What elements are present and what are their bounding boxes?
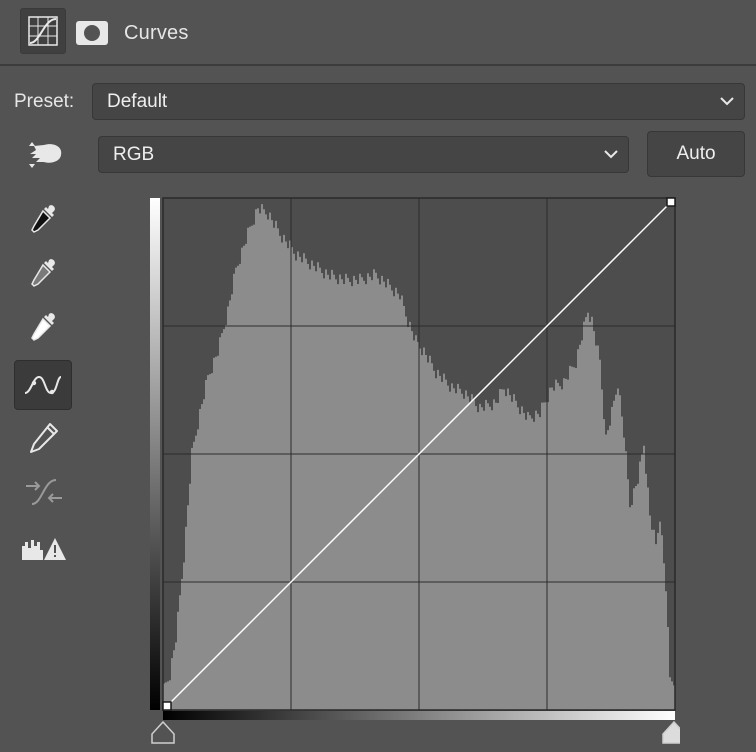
input-gradient-bar — [163, 711, 675, 720]
pencil-icon — [30, 423, 58, 453]
curve-points-icon — [24, 375, 62, 395]
chevron-down-icon — [720, 96, 734, 105]
white-point-slider[interactable] — [662, 720, 680, 744]
curves-adjustment-icon — [28, 16, 58, 46]
smooth-curve-icon — [26, 479, 62, 505]
gray-point-eyedropper-tool[interactable] — [16, 250, 72, 298]
curve-point-white[interactable] — [666, 197, 676, 207]
on-image-adjustment-icon — [29, 142, 62, 168]
channel-value: RGB — [113, 143, 155, 165]
black-point-eyedropper-icon — [31, 205, 55, 233]
white-point-eyedropper-icon — [31, 313, 55, 341]
chevron-down-icon — [604, 149, 618, 158]
header-divider — [0, 64, 756, 66]
auto-button[interactable]: Auto — [647, 131, 745, 177]
white-point-eyedropper-tool[interactable] — [16, 304, 72, 352]
smooth-curve-tool[interactable] — [16, 468, 72, 516]
curve-point-black[interactable] — [162, 701, 172, 711]
black-point-slider[interactable] — [151, 720, 175, 744]
gray-point-eyedropper-icon — [31, 259, 55, 287]
layer-mask-icon[interactable] — [76, 21, 108, 45]
pencil-tool[interactable] — [16, 414, 72, 462]
on-image-adjustment-tool[interactable] — [22, 138, 66, 172]
curves-adjustment-button[interactable] — [20, 8, 66, 54]
preset-dropdown[interactable]: Default — [92, 83, 745, 120]
panel-title: Curves — [124, 22, 189, 44]
output-gradient-bar — [150, 198, 160, 710]
black-point-eyedropper-tool[interactable] — [16, 196, 72, 244]
clipping-warning-icon — [22, 538, 66, 560]
curve-points-tool[interactable] — [14, 360, 72, 410]
preset-label: Preset: — [14, 91, 75, 112]
clipping-warning-tool[interactable] — [16, 526, 72, 574]
curves-graph-canvas[interactable] — [150, 196, 680, 744]
preset-value: Default — [107, 90, 168, 112]
channel-dropdown[interactable]: RGB — [98, 136, 629, 173]
curves-graph[interactable] — [150, 196, 680, 744]
